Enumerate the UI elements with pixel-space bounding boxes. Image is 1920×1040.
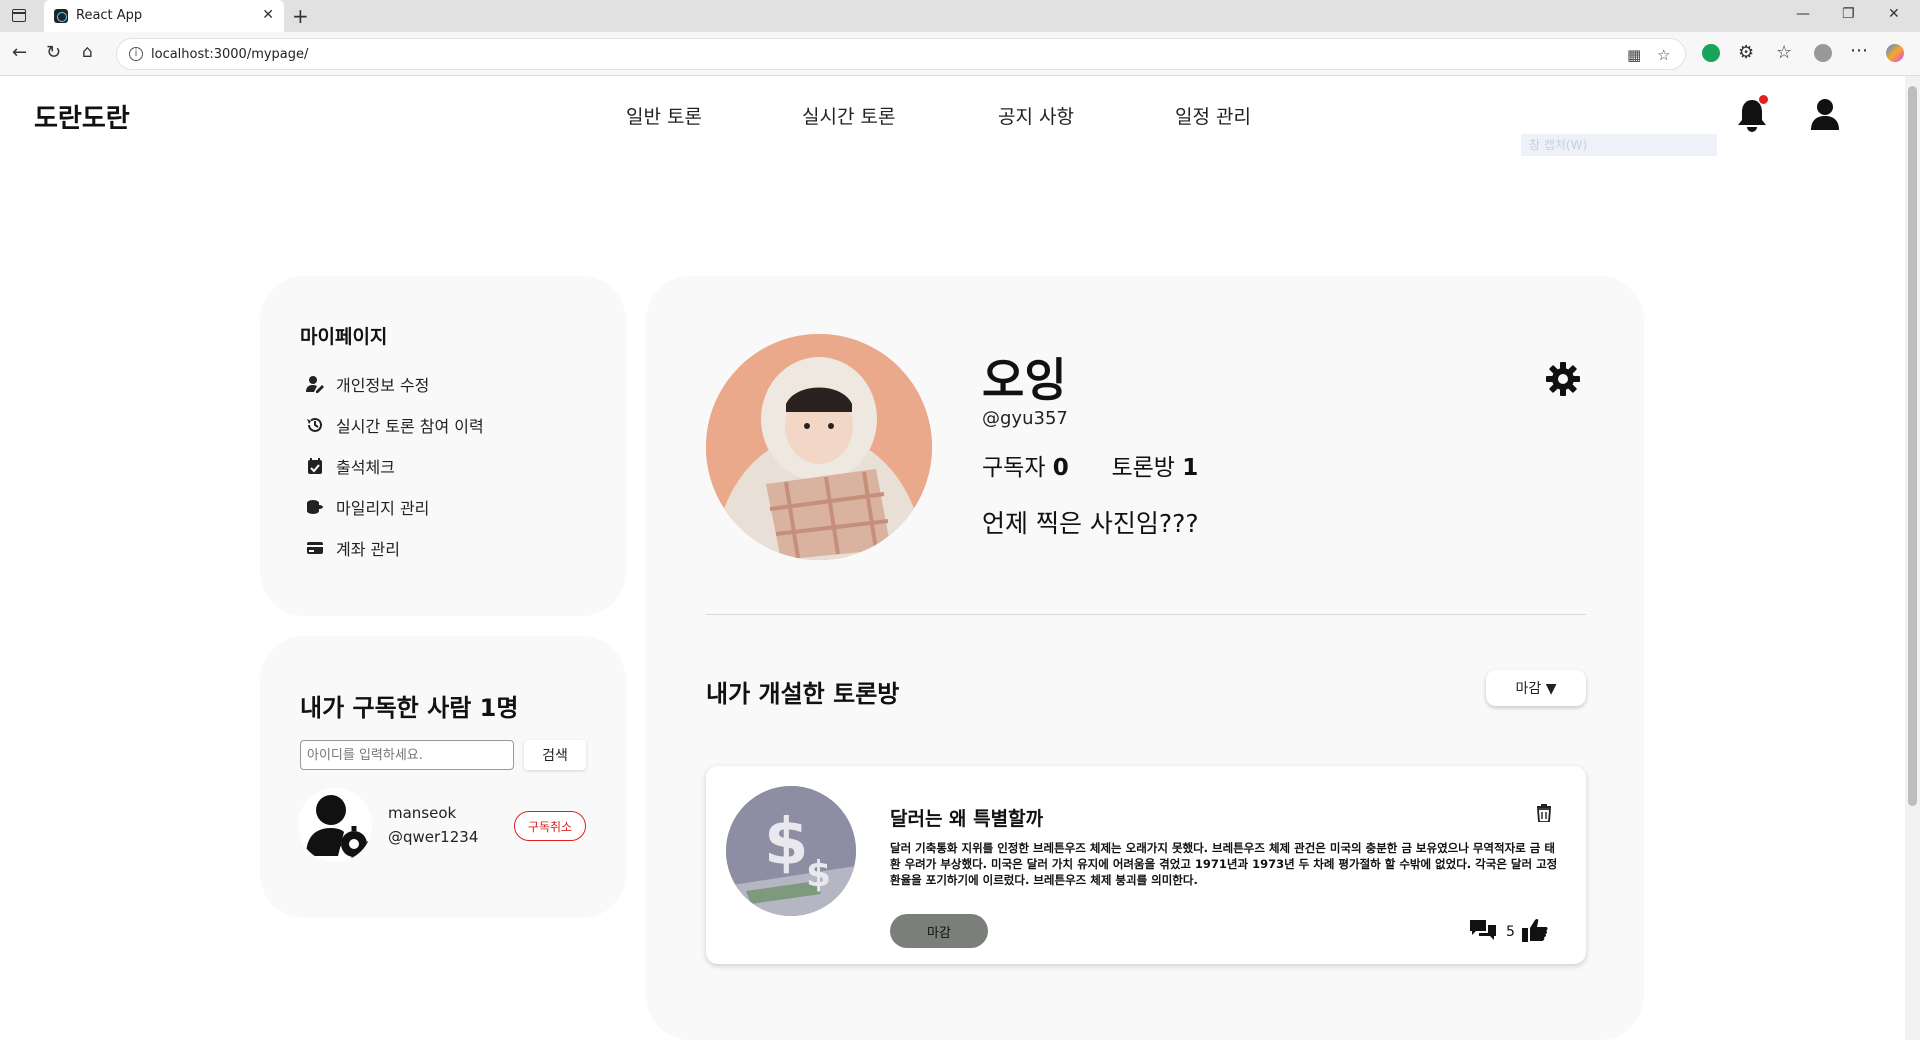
thumbs-up-icon[interactable] [1522,918,1548,942]
profile-card: 오잉 @gyu357 구독자 0 토론방 1 언제 찍은 사진임??? 내가 개… [646,276,1644,1040]
menu-item-attendance[interactable]: 출석체크 [306,454,395,478]
notification-dot [1759,95,1768,104]
site-info-icon[interactable]: i [129,47,143,61]
profile-stats: 구독자 0 토론방 1 [982,448,1198,482]
subscriber-avatar-icon [298,788,372,862]
subscriber-handle: @qwer1234 [388,828,479,846]
subscriber-name: manseok [388,804,457,822]
menu-item-account[interactable]: 계좌 관리 [306,536,400,560]
user-profile-icon[interactable] [1810,98,1840,130]
menu-item-label: 마일리지 관리 [336,499,430,518]
browser-tab[interactable]: React App ✕ [44,0,284,32]
home-icon[interactable]: ⌂ [82,42,93,62]
menu-item-debate-history[interactable]: 실시간 토론 참여 이력 [306,413,484,437]
section-divider [706,614,1586,615]
scrollbar-thumb[interactable] [1908,86,1917,806]
back-icon[interactable]: ← [12,42,27,63]
subscriptions-title: 내가 구독한 사람 1명 [300,694,519,722]
site-logo[interactable]: 도란도란 [34,98,130,135]
menu-item-label: 개인정보 수정 [336,376,430,395]
comments-icon [1470,920,1496,940]
settings-gear-icon[interactable] [1546,362,1580,396]
subscriptions-card: 내가 구독한 사람 1명 검색 manseok @qwer1234 구독취소 [260,636,626,918]
subscribers-label: 구독자 [982,455,1046,481]
delete-trash-icon[interactable] [1536,804,1552,822]
profile-name: 오잉 [982,353,1067,407]
calendar-check-icon [308,458,322,474]
browser-tab-bar: React App ✕ + — ❐ ✕ [0,0,1920,32]
copilot-icon[interactable] [1886,44,1904,62]
tab-title: React App [76,8,143,23]
menu-title: 마이페이지 [300,326,388,348]
favorites-icon[interactable]: ☆ [1776,42,1792,63]
sort-dropdown[interactable]: 마감 ▼ [1486,670,1586,706]
window-close-icon[interactable]: ✕ [1888,6,1900,22]
menu-item-label: 실시간 토론 참여 이력 [336,417,484,436]
page-scrollbar[interactable] [1905,76,1920,1040]
credit-card-icon [307,542,323,554]
history-icon [307,417,322,432]
svg-text:$: $ [764,806,809,880]
comment-count: 5 [1506,924,1515,940]
address-bar-row: ← ↻ ⌂ i localhost:3000/mypage/ ▦ ☆ ⚙ ☆ ⋯ [0,32,1920,76]
profile-bio: 언제 찍은 사진임??? [982,509,1199,538]
room-thumbnail: $ $ [726,786,856,916]
nav-live-debate[interactable]: 실시간 토론 [802,102,895,129]
room-description: 달러 기축통화 지위를 인정한 브레튼우즈 체제는 오래가지 못했다. 브레튼우… [890,841,1558,887]
mypage-menu-card: 마이페이지 개인정보 수정 실시간 토론 참여 이력 출석체크 마일리지 관리 … [260,276,626,616]
nav-notice[interactable]: 공지 사항 [998,102,1074,129]
favorite-star-icon[interactable]: ☆ [1657,46,1670,64]
room-title[interactable]: 달러는 왜 특별할까 [890,804,1043,831]
rooms-label: 토론방 [1111,455,1175,481]
new-tab-icon[interactable]: + [292,4,309,28]
svg-text:$: $ [806,854,831,895]
minimize-icon[interactable]: — [1796,6,1810,22]
restore-icon[interactable]: ❐ [1842,6,1855,22]
grammarly-extension-icon[interactable] [1702,44,1720,62]
coins-icon [307,500,323,514]
subscription-search-button[interactable]: 검색 [524,740,586,770]
profile-photo [706,334,932,560]
debate-room-card[interactable]: $ $ 달러는 왜 특별할까 달러 기축통화 지위를 인정한 브레튼우즈 체제는… [706,766,1586,964]
page-viewport: 도란도란 일반 토론 실시간 토론 공지 사항 일정 관리 창 캡처(W) 마이… [0,76,1905,1040]
menu-item-mileage[interactable]: 마일리지 관리 [306,495,429,519]
url-text: localhost:3000/mypage/ [151,47,309,62]
subscription-search-input[interactable] [300,740,514,770]
profile-handle: @gyu357 [982,408,1068,429]
menu-item-label: 출석체크 [336,458,395,477]
sidebar-toggle-icon[interactable] [12,9,26,22]
rooms-count: 1 [1182,455,1199,481]
more-menu-icon[interactable]: ⋯ [1850,40,1868,61]
window-capture-hint: 창 캡처(W) [1521,134,1717,156]
room-status-button[interactable]: 마감 [890,914,988,948]
url-field[interactable]: i localhost:3000/mypage/ ▦ ☆ [116,38,1686,70]
react-favicon-icon [54,9,68,23]
unsubscribe-button[interactable]: 구독취소 [514,811,586,841]
reader-mode-icon[interactable]: ▦ [1627,46,1641,64]
nav-general-debate[interactable]: 일반 토론 [626,102,702,129]
profile-avatar-icon[interactable] [1814,44,1832,62]
tab-close-icon[interactable]: ✕ [262,7,274,23]
menu-item-edit-profile[interactable]: 개인정보 수정 [306,372,429,396]
my-rooms-title: 내가 개설한 토론방 [706,680,900,708]
extensions-icon[interactable]: ⚙ [1738,42,1754,63]
subscribers-count: 0 [1052,455,1069,481]
nav-schedule[interactable]: 일정 관리 [1175,102,1251,129]
reload-icon[interactable]: ↻ [46,42,61,63]
menu-item-label: 계좌 관리 [336,540,400,559]
user-edit-icon [306,376,324,393]
